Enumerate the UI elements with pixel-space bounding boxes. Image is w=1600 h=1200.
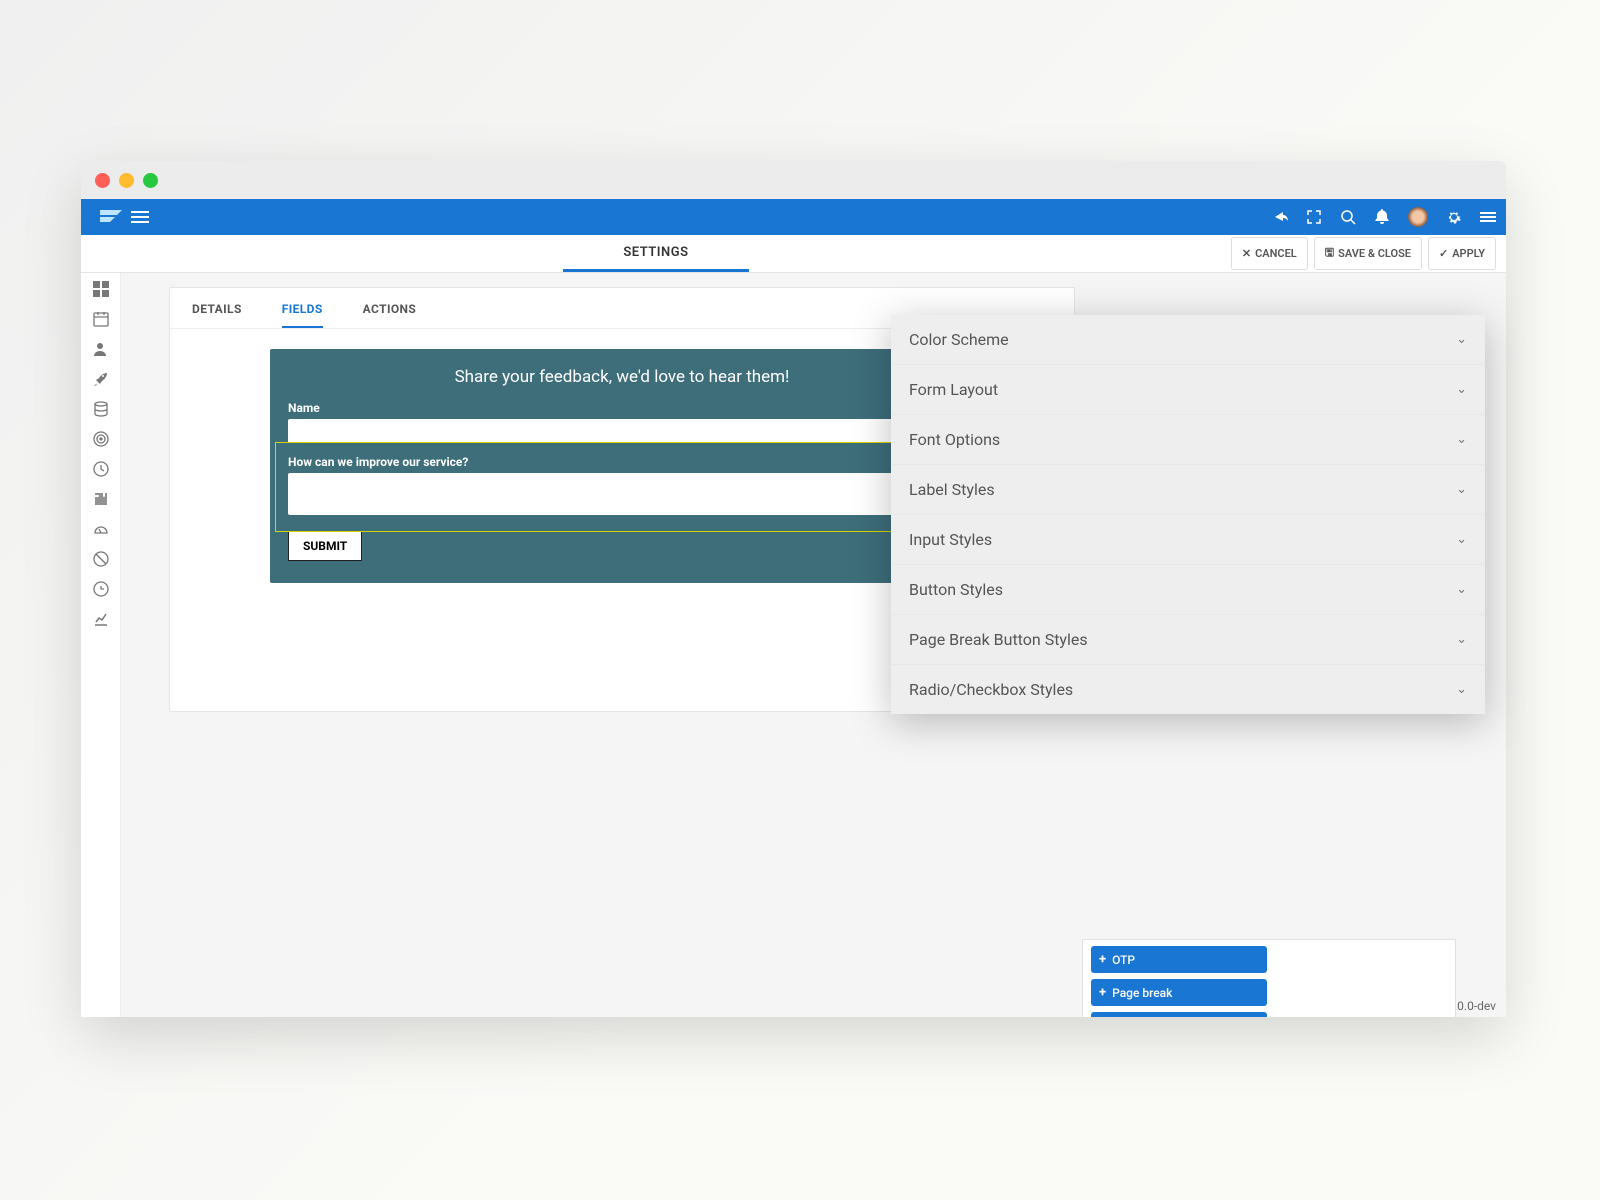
submit-button[interactable]: SUBMIT [288, 531, 362, 561]
accordion-page-break-button-styles[interactable]: Page Break Button Styles ⌄ [891, 615, 1485, 665]
settings-bar: SETTINGS ✕CANCEL 🖫SAVE & CLOSE ✓APPLY [81, 235, 1506, 273]
form-title: Share your feedback, we'd love to hear t… [288, 367, 956, 387]
chevron-down-icon: ⌄ [1456, 432, 1467, 447]
appbar-actions [1272, 207, 1496, 227]
palette-label: OTP [1112, 953, 1135, 967]
close-icon: ✕ [1242, 247, 1251, 260]
rocket-icon[interactable] [93, 371, 109, 387]
traffic-light-zoom[interactable] [143, 173, 158, 188]
traffic-light-close[interactable] [95, 173, 110, 188]
bell-icon[interactable] [1374, 209, 1390, 225]
field-improve[interactable]: How can we improve our service? [282, 449, 962, 525]
calendar-icon[interactable] [93, 311, 109, 327]
improve-textarea[interactable] [288, 473, 956, 515]
plus-icon: + [1099, 952, 1106, 967]
accordion-label: Font Options [909, 430, 1000, 449]
gauge-icon[interactable] [93, 521, 109, 537]
accordion-form-layout[interactable]: Form Layout ⌄ [891, 365, 1485, 415]
add-page-break-button[interactable]: + Page break [1091, 979, 1267, 1006]
app-logo [91, 210, 131, 224]
accordion-font-options[interactable]: Font Options ⌄ [891, 415, 1485, 465]
fullscreen-icon[interactable] [1306, 209, 1322, 225]
cancel-button[interactable]: ✕CANCEL [1231, 237, 1308, 270]
save-icon: 🖫 [1325, 244, 1334, 263]
chevron-down-icon: ⌄ [1456, 582, 1467, 597]
chart-icon[interactable] [93, 611, 109, 627]
field-label: How can we improve our service? [288, 455, 956, 469]
user-avatar[interactable] [1408, 207, 1428, 227]
gear-icon[interactable] [1446, 209, 1462, 225]
accordion-label: Form Layout [909, 380, 998, 399]
dashboard-icon[interactable] [93, 281, 109, 297]
name-input[interactable] [288, 419, 956, 443]
chevron-down-icon: ⌄ [1456, 382, 1467, 397]
apply-button[interactable]: ✓APPLY [1428, 237, 1496, 270]
field-label: Name [288, 401, 956, 415]
accordion-label: Label Styles [909, 480, 995, 499]
chevron-down-icon: ⌄ [1456, 682, 1467, 697]
target-icon[interactable] [93, 431, 109, 447]
left-sidebar [81, 273, 121, 1017]
clock2-icon[interactable] [93, 581, 109, 597]
macos-titlebar [81, 161, 1506, 199]
user-icon[interactable] [93, 341, 109, 357]
puzzle-icon[interactable] [93, 491, 109, 507]
tab-actions[interactable]: ACTIONS [363, 302, 417, 328]
field-name[interactable]: Name [288, 401, 956, 443]
settings-tab[interactable]: SETTINGS [563, 236, 748, 272]
accordion-button-styles[interactable]: Button Styles ⌄ [891, 565, 1485, 615]
tab-fields[interactable]: FIELDS [282, 302, 323, 328]
accordion-color-scheme[interactable]: Color Scheme ⌄ [891, 315, 1485, 365]
appbar [81, 199, 1506, 235]
accordion-radio-checkbox-styles[interactable]: Radio/Checkbox Styles ⌄ [891, 665, 1485, 714]
clock-icon[interactable] [93, 461, 109, 477]
accordion-label: Radio/Checkbox Styles [909, 680, 1073, 699]
plus-icon: + [1099, 985, 1106, 1000]
palette-label: Page break [1112, 986, 1172, 1000]
styles-panel: Color Scheme⌄Form Layout⌄Font Options⌄La… [891, 315, 1485, 714]
menu-toggle-icon[interactable] [131, 211, 149, 223]
accordion-label: Input Styles [909, 530, 992, 549]
save-close-button[interactable]: 🖫SAVE & CLOSE [1314, 237, 1422, 270]
check-icon: ✓ [1439, 247, 1448, 260]
tab-details[interactable]: DETAILS [192, 302, 242, 328]
chevron-down-icon: ⌄ [1456, 532, 1467, 547]
share-icon[interactable] [1272, 209, 1288, 225]
more-menu-icon[interactable] [1480, 212, 1496, 222]
add-password-button[interactable]: +Password [1091, 1012, 1267, 1017]
database-icon[interactable] [93, 401, 109, 417]
add-otp-button[interactable]: + OTP [1091, 946, 1267, 973]
chevron-down-icon: ⌄ [1456, 332, 1467, 347]
accordion-label: Page Break Button Styles [909, 630, 1088, 649]
accordion-label: Button Styles [909, 580, 1003, 599]
chevron-down-icon: ⌄ [1456, 482, 1467, 497]
chevron-down-icon: ⌄ [1456, 632, 1467, 647]
search-icon[interactable] [1340, 209, 1356, 225]
accordion-input-styles[interactable]: Input Styles ⌄ [891, 515, 1485, 565]
ban-icon[interactable] [93, 551, 109, 567]
field-palette: +OTP+Page break+Password+Radio group+reC… [1082, 939, 1456, 1017]
accordion-label: Color Scheme [909, 330, 1009, 349]
form-preview: Share your feedback, we'd love to hear t… [270, 349, 974, 583]
traffic-light-minimize[interactable] [119, 173, 134, 188]
accordion-label-styles[interactable]: Label Styles ⌄ [891, 465, 1485, 515]
